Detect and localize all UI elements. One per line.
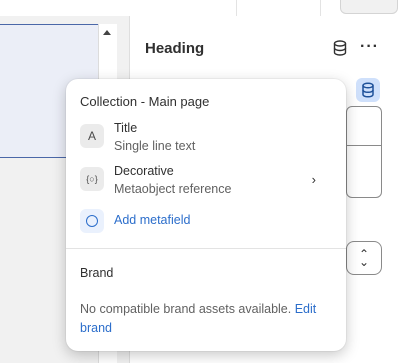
brand-empty-text: No compatible brand assets available. — [80, 302, 292, 316]
dynamic-source-icon[interactable] — [333, 40, 349, 56]
popover-divider — [66, 248, 346, 249]
chevron-right-icon: › — [311, 172, 316, 187]
source-item-title[interactable]: A Title Single line text — [80, 121, 332, 157]
add-metafield-button[interactable]: Add metafield — [80, 209, 280, 233]
chevron-up-down-icon: ⌃ ⌄ — [359, 247, 370, 269]
database-icon — [362, 82, 374, 98]
more-actions-icon[interactable]: ··· — [360, 38, 379, 56]
add-circle-icon — [80, 209, 104, 233]
source-item-type: Metaobject reference — [114, 182, 232, 196]
top-bar — [0, 0, 400, 17]
source-item-label: Decorative — [114, 164, 174, 178]
brand-message: No compatible brand assets available. Ed… — [80, 300, 330, 338]
top-bar-divider — [320, 0, 321, 16]
connect-dynamic-source-button[interactable] — [356, 78, 380, 102]
popover-title: Collection - Main page — [80, 94, 210, 109]
text-type-icon: A — [80, 124, 104, 148]
top-bar-button[interactable] — [340, 0, 398, 14]
panel-heading: Heading — [145, 40, 205, 57]
heading-text-field[interactable] — [346, 106, 382, 198]
top-bar-divider — [236, 0, 237, 16]
dynamic-source-popover: Collection - Main page A Title Single li… — [66, 79, 346, 351]
source-item-decorative[interactable]: {○} Decorative Metaobject reference › — [80, 164, 332, 200]
brand-section-title: Brand — [80, 266, 114, 280]
source-item-type: Single line text — [114, 139, 196, 153]
field-divider — [347, 145, 381, 146]
select-dropdown[interactable]: ⌃ ⌄ — [346, 241, 382, 275]
scroll-up-arrow-icon[interactable] — [103, 30, 111, 35]
source-item-label: Title — [114, 121, 138, 135]
metaobject-icon: {○} — [80, 167, 104, 191]
add-metafield-label: Add metafield — [114, 213, 191, 227]
